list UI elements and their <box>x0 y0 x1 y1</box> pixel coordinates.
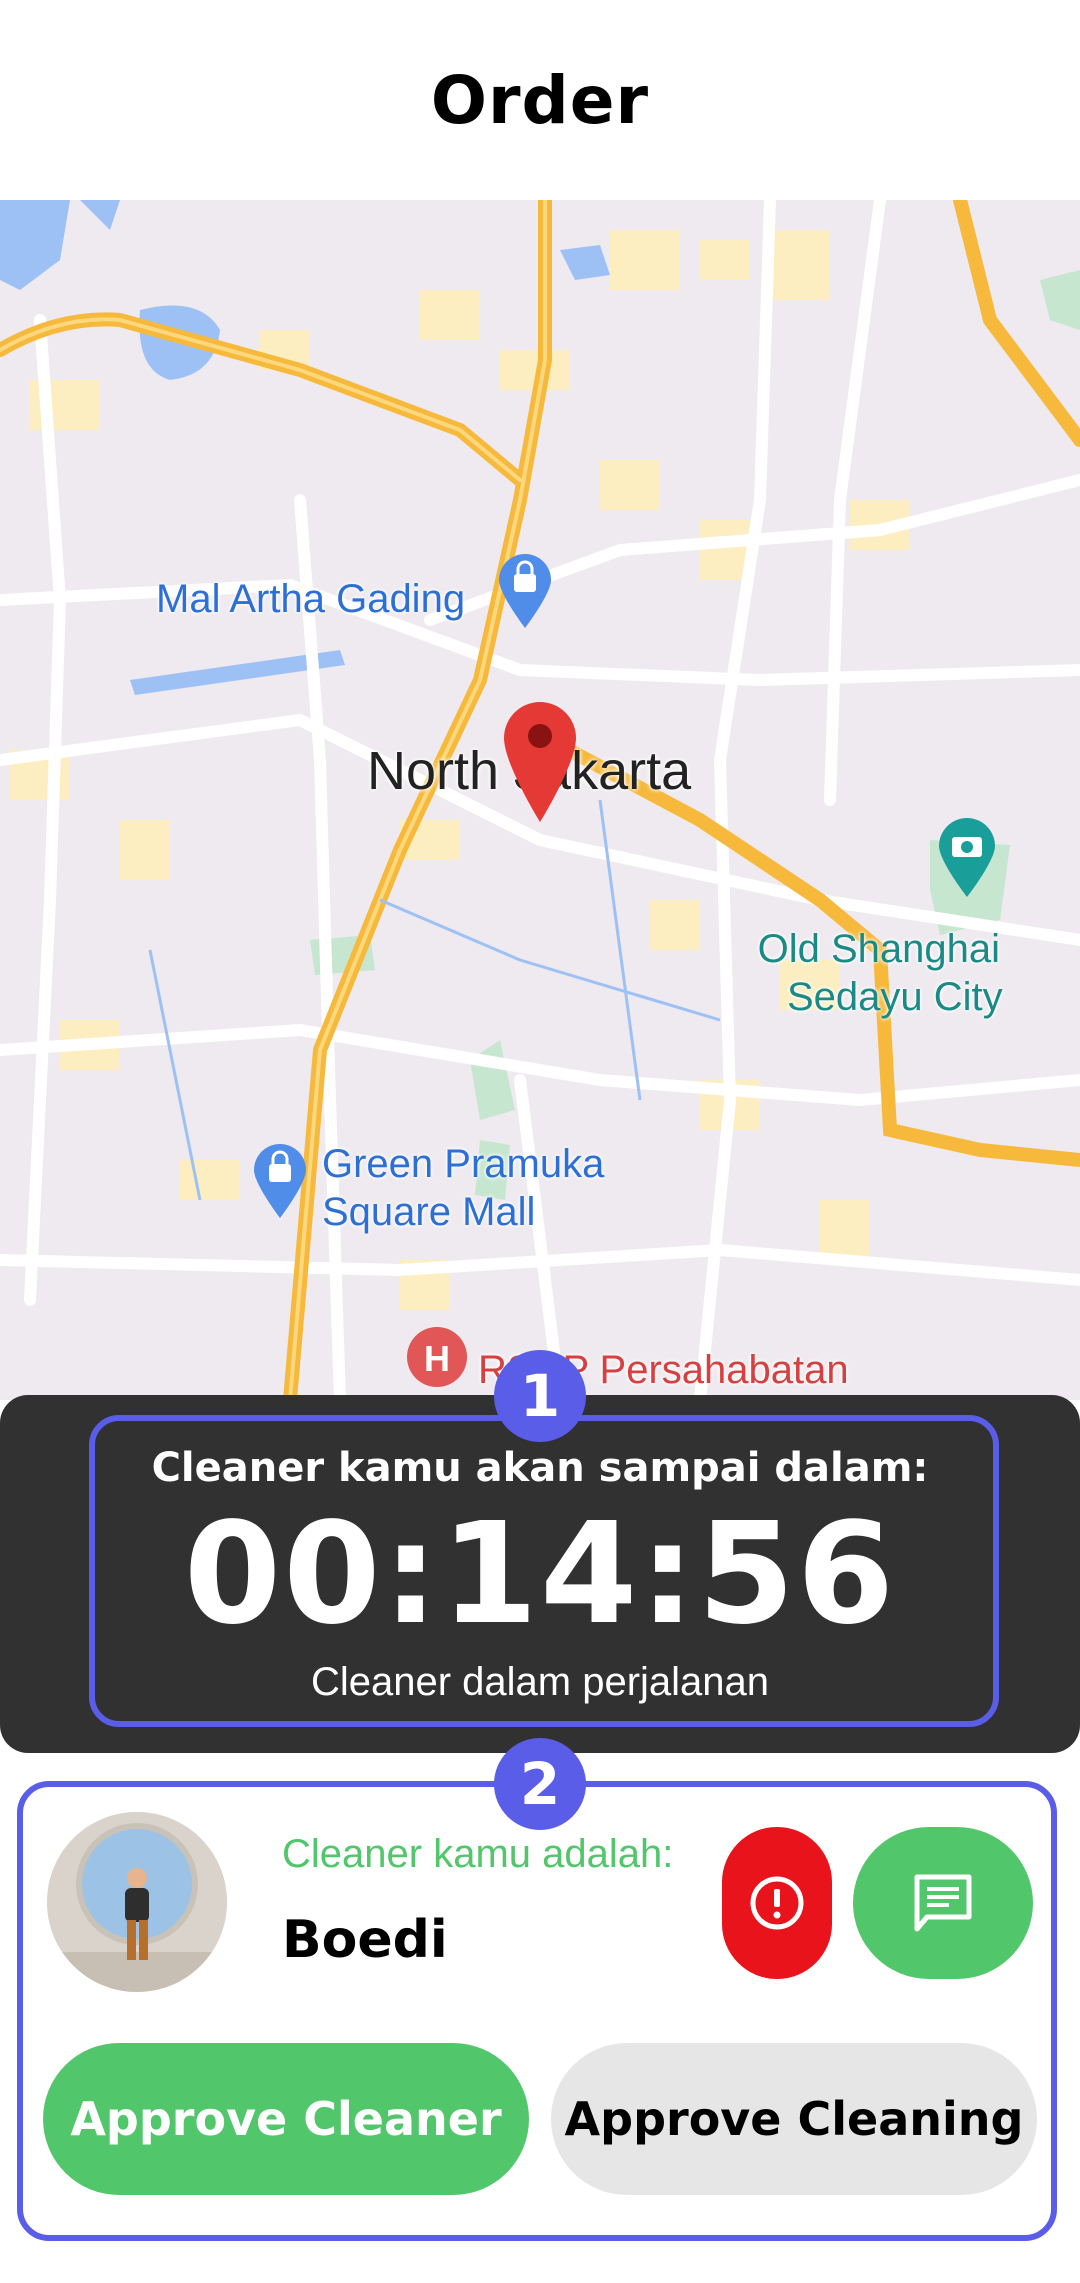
eta-status: Cleaner dalam perjalanan <box>310 1660 770 1704</box>
report-button[interactable] <box>722 1827 832 1979</box>
shopping-bag-pin-icon[interactable] <box>495 550 555 630</box>
page-title: Order <box>430 61 650 139</box>
step-badge-2: 2 <box>494 1738 586 1830</box>
cleaner-label: Cleaner kamu adalah: <box>282 1832 674 1876</box>
map-label-green-pramuka-line1: Green Pramuka <box>322 1142 605 1186</box>
avatar-photo <box>47 1812 227 1992</box>
map-label-old-shanghai: Old Shanghai Sedayu City <box>755 925 1003 1021</box>
map-label-mal-artha-gading: Mal Artha Gading <box>156 577 466 621</box>
map-view[interactable]: H Mal Artha Gading North Jakarta Old Sha… <box>0 200 1080 1400</box>
map-label-old-shanghai-line1: Old Shanghai <box>757 927 1001 971</box>
avatar <box>47 1812 227 1992</box>
svg-text:H: H <box>424 1338 450 1379</box>
hospital-pin-icon[interactable]: H <box>405 1325 469 1395</box>
eta-timer: 00:14:56 <box>183 1493 897 1656</box>
shopping-bag-pin-icon[interactable] <box>250 1140 310 1220</box>
alert-icon <box>750 1876 804 1930</box>
chat-icon <box>914 1874 972 1932</box>
location-pin-icon[interactable] <box>500 698 580 824</box>
eta-label: Cleaner kamu akan sampai dalam: <box>151 1445 929 1491</box>
map-label-green-pramuka-line2: Square Mall <box>322 1190 536 1234</box>
step-badge-1: 1 <box>494 1350 586 1442</box>
approve-cleaner-button[interactable]: Approve Cleaner <box>43 2043 529 2195</box>
approve-cleaning-button[interactable]: Approve Cleaning <box>551 2043 1037 2195</box>
header: Order <box>0 0 1080 200</box>
camera-pin-icon[interactable] <box>935 815 999 899</box>
map-label-old-shanghai-line2: Sedayu City <box>787 975 1003 1019</box>
cleaner-name: Boedi <box>282 1910 448 1970</box>
map-label-green-pramuka: Green Pramuka Square Mall <box>322 1140 604 1236</box>
chat-button[interactable] <box>853 1827 1033 1979</box>
